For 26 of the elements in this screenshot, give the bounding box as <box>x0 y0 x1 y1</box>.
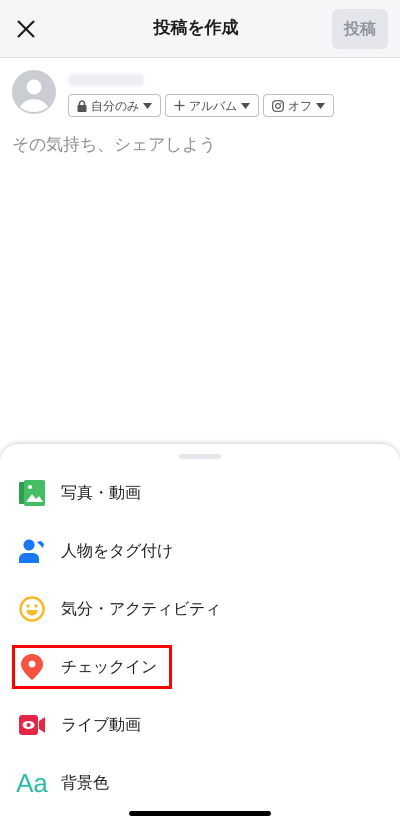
avatar-icon <box>12 70 56 114</box>
video-camera-icon <box>19 715 45 735</box>
action-item[interactable]: 写真・動画 <box>12 471 156 515</box>
sheet-handle[interactable] <box>179 454 221 459</box>
action-item[interactable]: チェックイン <box>12 645 172 689</box>
action-item[interactable]: 気分・アクティビティ <box>12 587 236 631</box>
action-item[interactable]: 人物をタグ付け <box>12 529 188 573</box>
audience-chip[interactable]: 自分のみ <box>68 94 161 117</box>
person-tag-icon <box>19 539 45 563</box>
photo-icon <box>19 480 45 506</box>
action-item[interactable]: Aa 背景色 <box>12 761 124 805</box>
page-title: 投稿を作成 <box>154 16 238 40</box>
audience-chip[interactable]: アルバム <box>165 94 259 117</box>
audience-chip[interactable]: オフ <box>263 94 334 117</box>
plus-icon <box>174 100 185 111</box>
action-item[interactable]: ライブ動画 <box>12 703 156 747</box>
caret-icon <box>143 102 152 108</box>
caret-icon <box>316 102 325 108</box>
post-text-field[interactable]: その気持ち、シェアしよう <box>12 133 388 158</box>
close-icon[interactable] <box>16 18 36 38</box>
camera-icon <box>272 100 284 112</box>
lock-icon <box>77 100 87 112</box>
caret-icon <box>241 102 250 108</box>
location-pin-icon <box>21 654 43 680</box>
text-style-icon: Aa <box>16 770 48 796</box>
smiley-icon <box>19 596 45 622</box>
